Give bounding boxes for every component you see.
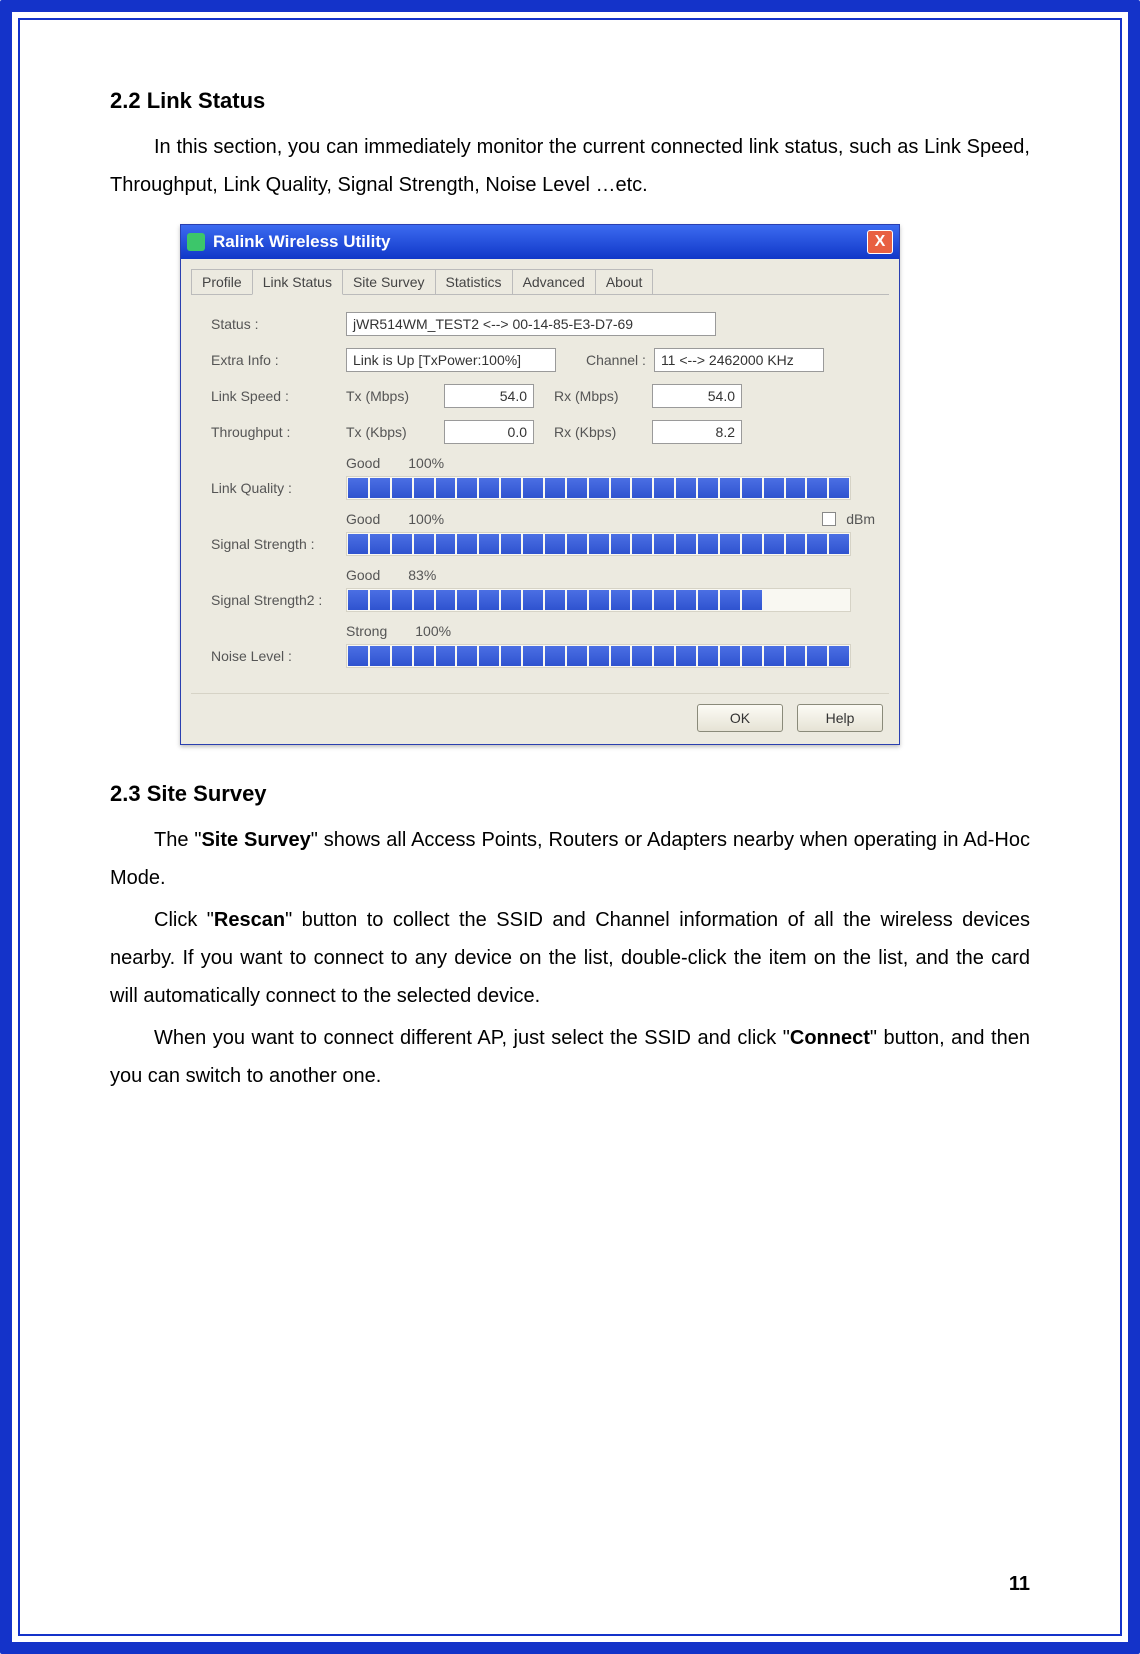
field-status: jWR514WM_TEST2 <--> 00-14-85-E3-D7-69 (346, 312, 716, 336)
value-noise-level-pct: 100% (415, 623, 451, 639)
label-link-speed: Link Speed : (211, 388, 346, 404)
field-extra-info: Link is Up [TxPower:100%] (346, 348, 556, 372)
para-link-status-intro: In this section, you can immediately mon… (110, 128, 1030, 204)
label-rx-mbps: Rx (Mbps) (554, 388, 644, 404)
label-throughput: Throughput : (211, 424, 346, 440)
close-icon: X (875, 233, 886, 251)
close-button[interactable]: X (867, 230, 893, 254)
label-channel: Channel : (586, 352, 646, 368)
titlebar: Ralink Wireless Utility X (181, 225, 899, 259)
tab-advanced[interactable]: Advanced (512, 269, 596, 294)
label-link-quality: Link Quality : (211, 480, 346, 496)
label-strong-nl: Strong (346, 623, 387, 639)
button-row: OK Help (191, 693, 889, 736)
tab-site-survey[interactable]: Site Survey (342, 269, 436, 294)
label-tx-kbps: Tx (Kbps) (346, 424, 436, 440)
tab-statistics[interactable]: Statistics (435, 269, 513, 294)
value-signal-strength2-pct: 83% (408, 567, 436, 583)
help-button[interactable]: Help (797, 704, 883, 732)
value-link-quality-pct: 100% (408, 455, 444, 471)
label-signal-strength2: Signal Strength2 : (211, 592, 346, 608)
bar-link-quality (346, 476, 851, 500)
text: Click " (154, 909, 214, 931)
label-noise-level: Noise Level : (211, 648, 346, 664)
tab-profile[interactable]: Profile (191, 269, 253, 294)
bar-signal-strength2 (346, 588, 851, 612)
app-icon (187, 233, 205, 251)
field-channel: 11 <--> 2462000 KHz (654, 348, 824, 372)
label-tx-mbps: Tx (Mbps) (346, 388, 436, 404)
field-rx-mbps: 54.0 (652, 384, 742, 408)
field-tx-mbps: 54.0 (444, 384, 534, 408)
window-title: Ralink Wireless Utility (213, 232, 867, 252)
checkbox-dbm[interactable] (822, 512, 836, 526)
bold-connect: Connect (790, 1027, 870, 1049)
para-site-survey-1: The "Site Survey" shows all Access Point… (110, 821, 1030, 897)
form-area: Status : jWR514WM_TEST2 <--> 00-14-85-E3… (191, 305, 889, 683)
bar-signal-strength (346, 532, 851, 556)
page-number: 11 (1009, 1573, 1030, 1596)
label-good-ss: Good (346, 511, 380, 527)
text: When you want to connect different AP, j… (154, 1027, 790, 1049)
bold-site-survey: Site Survey (201, 829, 310, 851)
label-signal-strength: Signal Strength : (211, 536, 346, 552)
label-good-lq: Good (346, 455, 380, 471)
value-signal-strength-pct: 100% (408, 511, 444, 527)
label-good-ss2: Good (346, 567, 380, 583)
field-tx-kbps: 0.0 (444, 420, 534, 444)
para-site-survey-3: When you want to connect different AP, j… (110, 1019, 1030, 1095)
para-site-survey-2: Click "Rescan" button to collect the SSI… (110, 901, 1030, 1015)
tab-about[interactable]: About (595, 269, 654, 294)
heading-link-status: 2.2 Link Status (110, 88, 1030, 114)
page-content: 2.2 Link Status In this section, you can… (110, 88, 1030, 1099)
label-dbm: dBm (846, 511, 875, 527)
tabs: Profile Link Status Site Survey Statisti… (191, 269, 889, 295)
bar-noise-level (346, 644, 851, 668)
window-body: Profile Link Status Site Survey Statisti… (181, 259, 899, 744)
heading-site-survey: 2.3 Site Survey (110, 781, 1030, 807)
tab-link-status[interactable]: Link Status (252, 269, 343, 295)
label-status: Status : (211, 316, 346, 332)
bold-rescan: Rescan (214, 909, 285, 931)
wireless-utility-window: Ralink Wireless Utility X Profile Link S… (180, 224, 900, 745)
ok-button[interactable]: OK (697, 704, 783, 732)
label-extra-info: Extra Info : (211, 352, 346, 368)
field-rx-kbps: 8.2 (652, 420, 742, 444)
text: The " (154, 829, 201, 851)
label-rx-kbps: Rx (Kbps) (554, 424, 644, 440)
